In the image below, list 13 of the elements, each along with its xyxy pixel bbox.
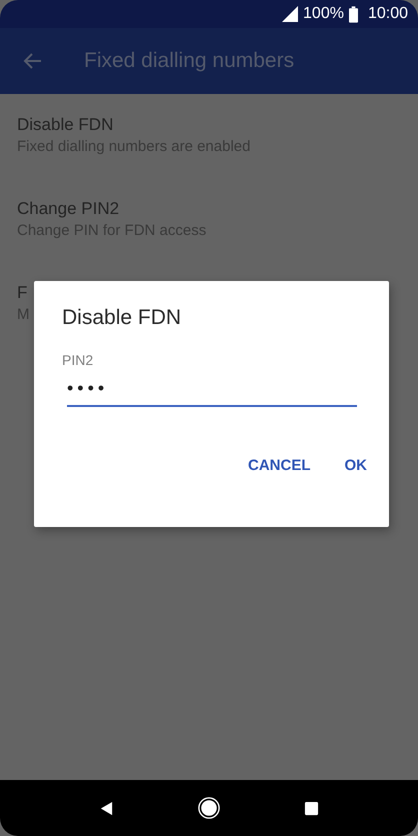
field-label: PIN2 (62, 352, 94, 368)
recents-icon[interactable] (304, 800, 319, 816)
battery-percentage: 100% (303, 5, 344, 23)
dialog-title: Disable FDN (62, 306, 182, 330)
dialog-button[interactable]: OK (334, 449, 377, 482)
signal-icon (282, 6, 298, 22)
home-icon[interactable] (198, 797, 220, 819)
battery-icon (348, 6, 358, 22)
back-icon[interactable] (99, 800, 114, 816)
pin-input-field[interactable]: •••• (67, 378, 357, 407)
dialog-button[interactable]: CANCEL (238, 449, 320, 482)
screen-title: Fixed dialling numbers (84, 49, 294, 73)
clock: 10:00 (368, 5, 408, 23)
